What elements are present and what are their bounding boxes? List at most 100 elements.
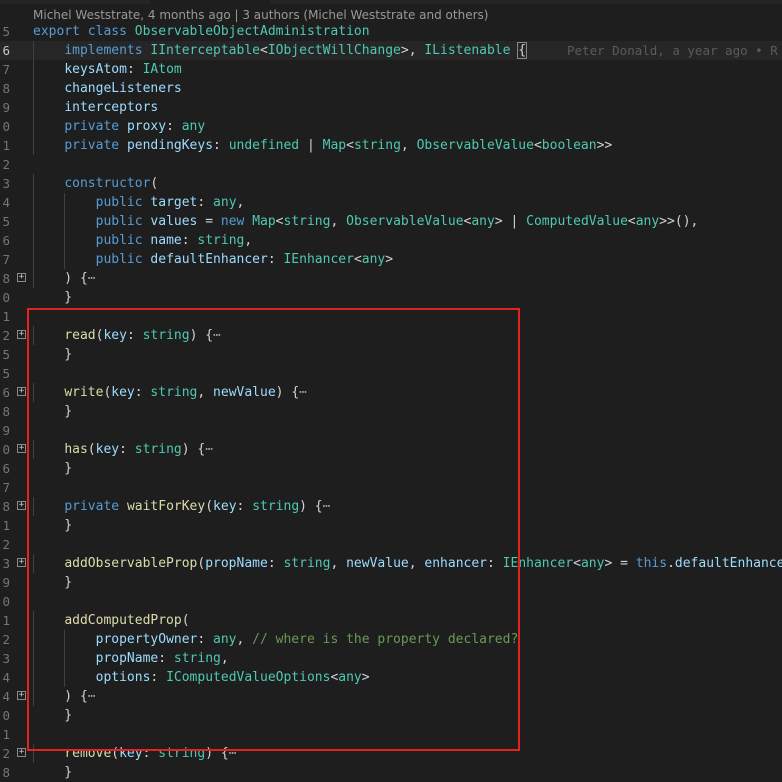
line-number: 1 [2, 727, 10, 742]
code-token: < [275, 214, 284, 229]
code-token: Map [252, 214, 276, 229]
line-number: 6 [2, 43, 10, 58]
fold-expand-icon[interactable]: + [17, 501, 26, 510]
code-token: new [220, 214, 253, 229]
code-token: string [197, 233, 245, 248]
fold-expand-icon[interactable]: + [17, 444, 26, 453]
code-line[interactable]: 8 changeListeners [0, 79, 782, 98]
code-token: : [126, 62, 143, 77]
code-line[interactable]: 6 public name: string, [0, 231, 782, 250]
code-token: string [283, 214, 331, 229]
code-line[interactable]: 1 private pendingKeys: undefined | Map<s… [0, 136, 782, 155]
code-token: public [95, 195, 151, 210]
code-token: ObservableValue [346, 214, 464, 229]
code-token: private [64, 138, 127, 153]
code-token: IAtom [142, 62, 182, 77]
code-token: >>(), [659, 214, 699, 229]
code-token: IObjectWillChange [267, 43, 401, 58]
code-token: : [213, 138, 229, 153]
code-line[interactable]: 7 keysAtom: IAtom [0, 60, 782, 79]
line-number: 5 [2, 214, 10, 229]
code-token: interceptors [64, 100, 159, 115]
code-token: < [627, 214, 636, 229]
fold-expand-icon[interactable]: + [17, 691, 26, 700]
code-line[interactable]: 2 [0, 155, 782, 174]
active-tab[interactable] [150, 0, 270, 4]
code-token: } [33, 765, 73, 780]
code-line[interactable]: 0 private proxy: any [0, 117, 782, 136]
code-token: any [361, 252, 386, 267]
code-token: any [213, 195, 237, 210]
code-token: implements [64, 43, 151, 58]
code-token: ObservableObjectAdministration [134, 24, 370, 39]
code-text: ) {⋯ [33, 269, 95, 288]
code-line[interactable]: 8 + ) {⋯ [0, 269, 782, 288]
code-line[interactable]: 6 implements IInterceptable<IObjectWillC… [0, 41, 782, 60]
line-number: 2 [2, 746, 10, 761]
line-number: 1 [2, 138, 10, 153]
line-number: 9 [2, 100, 10, 115]
line-number: 2 [2, 328, 10, 343]
fold-expand-icon[interactable]: + [17, 387, 26, 396]
code-token: IListenable [424, 43, 519, 58]
line-number: 4 [2, 670, 10, 685]
line-number: 0 [2, 290, 10, 305]
code-token: any [635, 214, 660, 229]
code-line[interactable]: 0 } [0, 288, 782, 307]
code-token: . [667, 556, 675, 571]
code-text: public name: string, [33, 231, 253, 250]
code-token: values [150, 214, 198, 229]
code-line[interactable]: 8 } [0, 763, 782, 782]
line-number: 0 [2, 708, 10, 723]
code-line[interactable]: 7 public defaultEnhancer: IEnhancer<any> [0, 250, 782, 269]
code-token: target [150, 195, 198, 210]
code-text: public target: any, [33, 193, 245, 212]
code-token: export [33, 24, 88, 39]
code-token: class [87, 24, 135, 39]
fold-expand-icon[interactable]: + [17, 558, 26, 567]
code-token: Map [322, 138, 347, 153]
code-token: this [635, 556, 668, 571]
line-number: 7 [2, 480, 10, 495]
line-number: 3 [2, 556, 10, 571]
highlight-annotation-box [27, 308, 520, 751]
code-token: < [533, 138, 542, 153]
code-token: any [181, 119, 206, 134]
code-line[interactable]: 4 public target: any, [0, 193, 782, 212]
fold-expand-icon[interactable]: + [17, 330, 26, 339]
code-token: > | [494, 214, 527, 229]
code-token: < [353, 252, 362, 267]
code-token: public [95, 214, 151, 229]
line-number: 2 [2, 632, 10, 647]
line-number: 8 [2, 271, 10, 286]
code-token: string [353, 138, 401, 153]
code-line[interactable]: 9 interceptors [0, 98, 782, 117]
fold-expand-icon[interactable]: + [17, 273, 26, 282]
fold-expand-icon[interactable]: + [17, 748, 26, 757]
code-token: private [64, 119, 127, 134]
code-token: changeListeners [64, 81, 182, 96]
tab-strip [0, 0, 782, 4]
code-line[interactable]: 5 public values = new Map<string, Observ… [0, 212, 782, 231]
code-text: public defaultEnhancer: IEnhancer<any> [33, 250, 393, 269]
code-line[interactable]: 5 export class ObservableObjectAdministra… [0, 22, 782, 41]
line-number: 8 [2, 499, 10, 514]
code-token: any [471, 214, 495, 229]
code-token: public [95, 252, 151, 267]
code-token: keysAtom [64, 62, 127, 77]
code-token: ComputedValue [526, 214, 628, 229]
code-token: ObservableValue [416, 138, 534, 153]
code-token: | [299, 138, 323, 153]
code-line[interactable]: 3 constructor( [0, 174, 782, 193]
line-number: 2 [2, 537, 10, 552]
code-text: } [33, 763, 72, 782]
line-number: 8 [2, 81, 10, 96]
